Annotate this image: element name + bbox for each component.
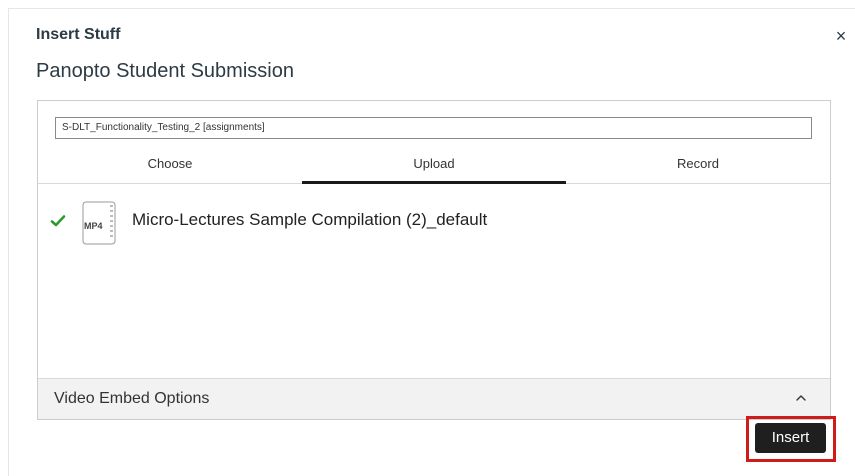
file-type-label: MP4 (84, 221, 103, 231)
caret-up-icon (793, 389, 809, 407)
tab-upload[interactable]: Upload (302, 149, 566, 184)
tab-record[interactable]: Record (566, 149, 830, 183)
embed-options-label: Video Embed Options (54, 390, 210, 407)
close-icon: × (835, 26, 847, 46)
check-icon (50, 213, 66, 229)
dialog-title: Insert Stuff (36, 26, 121, 43)
close-button[interactable]: × (831, 26, 851, 46)
insert-stuff-dialog: Insert Stuff × Panopto Student Submissio… (8, 8, 855, 476)
dialog-subtitle: Panopto Student Submission (36, 60, 294, 82)
insert-button[interactable]: Insert (755, 423, 826, 453)
mp4-file-icon: MP4 (80, 201, 120, 247)
tab-label: Upload (413, 156, 455, 171)
tab-choose[interactable]: Choose (38, 149, 302, 183)
tab-label: Choose (147, 156, 193, 171)
video-embed-options-toggle[interactable]: Video Embed Options (38, 378, 830, 419)
folder-select-field[interactable]: S-DLT_Functionality_Testing_2 [assignmen… (55, 117, 812, 139)
tab-bar: Choose Upload Record (38, 149, 830, 184)
file-name: Micro-Lectures Sample Compilation (2)_de… (132, 210, 488, 229)
tab-label: Record (677, 156, 719, 171)
uploaded-file-row: MP4 Micro-Lectures Sample Compilation (2… (50, 201, 810, 247)
panopto-panel: S-DLT_Functionality_Testing_2 [assignmen… (37, 100, 831, 420)
